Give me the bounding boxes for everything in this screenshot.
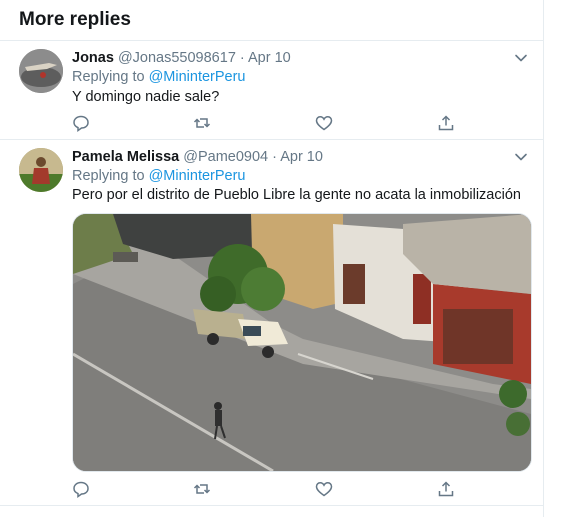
- like-icon[interactable]: [315, 114, 333, 132]
- street-photo-image: [73, 214, 531, 471]
- like-icon[interactable]: [315, 480, 333, 498]
- action-bar: [72, 480, 472, 500]
- share-icon[interactable]: [437, 480, 455, 498]
- avatar[interactable]: [19, 49, 63, 93]
- author-name[interactable]: Jonas: [72, 50, 114, 66]
- replying-mention-link[interactable]: @MininterPeru: [149, 69, 246, 85]
- author-name[interactable]: Pamela Melissa: [72, 149, 179, 165]
- replying-mention-link[interactable]: @MininterPeru: [149, 168, 246, 184]
- tweet-text: Y domingo nadie sale?: [72, 89, 220, 105]
- separator-dot: ·: [272, 149, 277, 165]
- avatar[interactable]: [19, 148, 63, 192]
- tweet-date[interactable]: Apr 10: [280, 149, 323, 165]
- author-handle[interactable]: @Pame0904: [183, 149, 268, 165]
- chevron-down-icon[interactable]: [514, 150, 528, 164]
- next-tweet-edge: [0, 505, 543, 517]
- section-header: More replies: [0, 0, 543, 41]
- retweet-icon[interactable]: [193, 114, 211, 132]
- tweet-photo[interactable]: [72, 213, 532, 472]
- action-bar: [72, 114, 472, 134]
- replying-label: Replying to: [72, 69, 145, 85]
- tweet-reply[interactable]: Jonas @Jonas55098617 · Apr 10 Replying t…: [0, 41, 543, 140]
- reply-icon[interactable]: [72, 480, 90, 498]
- replies-panel: More replies Jonas @Jonas55098617 · Apr …: [0, 0, 544, 517]
- replying-label: Replying to: [72, 168, 145, 184]
- section-title: More replies: [19, 9, 131, 30]
- author-handle[interactable]: @Jonas55098617: [118, 50, 236, 66]
- tweet-date[interactable]: Apr 10: [248, 50, 291, 66]
- share-icon[interactable]: [437, 114, 455, 132]
- separator-dot: ·: [239, 50, 245, 66]
- chevron-down-icon[interactable]: [514, 51, 528, 65]
- reply-icon[interactable]: [72, 114, 90, 132]
- retweet-icon[interactable]: [193, 480, 211, 498]
- tweet-text: Pero por el distrito de Pueblo Libre la …: [72, 187, 521, 203]
